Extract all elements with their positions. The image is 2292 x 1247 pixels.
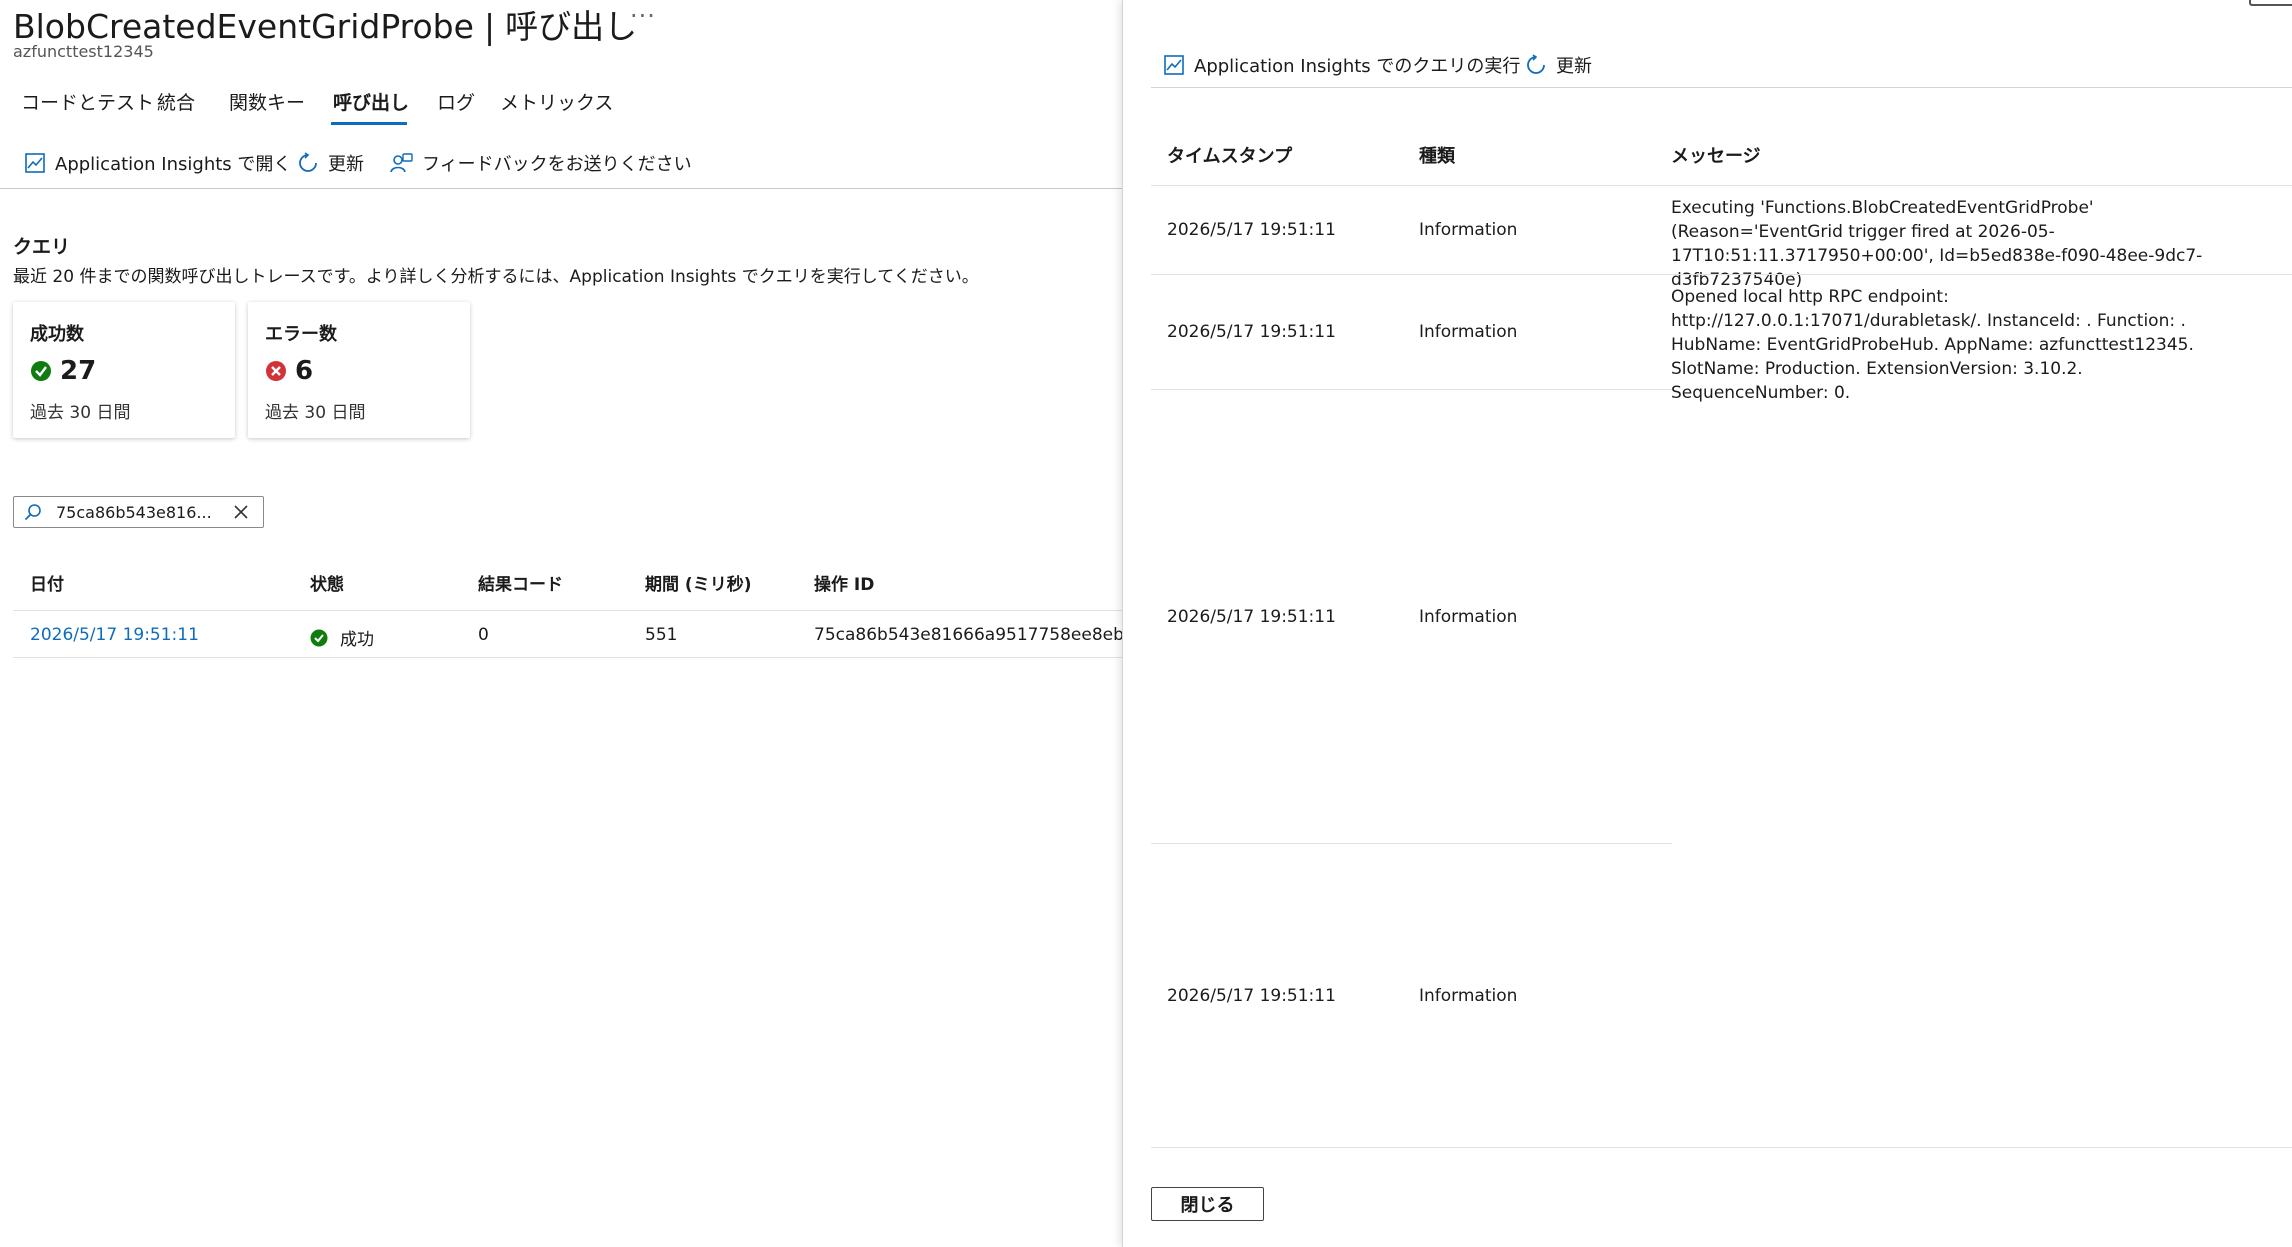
panel-refresh-button[interactable]: 更新 bbox=[1525, 52, 1592, 78]
error-count: 6 bbox=[295, 356, 314, 386]
feedback-label: フィードバックをお送りください bbox=[422, 154, 692, 175]
tab-logs[interactable]: ログ bbox=[437, 88, 475, 115]
log-message: Opened local http RPC endpoint: http://1… bbox=[1671, 287, 2194, 403]
success-count: 27 bbox=[60, 356, 97, 386]
log-type: Information bbox=[1419, 322, 1518, 342]
invocation-status: 成功 bbox=[310, 625, 374, 650]
page-name: 呼び出し bbox=[505, 7, 638, 46]
error-card-period: 過去 30 日間 bbox=[265, 403, 366, 423]
tab-integration[interactable]: 統合 bbox=[157, 88, 195, 115]
invocation-result-code: 0 bbox=[478, 625, 489, 645]
panel-toolbar-divider bbox=[1151, 87, 2292, 88]
feedback-button[interactable]: フィードバックをお送りください bbox=[389, 150, 692, 176]
run-query-button[interactable]: Application Insights でのクエリの実行 bbox=[1163, 52, 1520, 78]
success-card-period: 過去 30 日間 bbox=[30, 403, 131, 423]
feedback-icon bbox=[389, 152, 413, 174]
open-in-app-insights-label: Application Insights で開く bbox=[55, 154, 292, 175]
success-card-title: 成功数 bbox=[30, 324, 84, 345]
page-subtitle: azfuncttest12345 bbox=[13, 42, 154, 61]
invocation-status-label: 成功 bbox=[340, 630, 374, 650]
clear-search-icon[interactable] bbox=[232, 503, 250, 521]
chart-icon bbox=[24, 152, 46, 174]
panel-close-corner bbox=[2249, 0, 2292, 6]
panel-refresh-label: 更新 bbox=[1556, 56, 1592, 77]
log-type: Information bbox=[1419, 607, 1518, 627]
search-box bbox=[13, 496, 264, 528]
log-row-divider bbox=[1151, 274, 2292, 275]
success-card-value: 27 bbox=[30, 356, 96, 386]
log-type: Information bbox=[1419, 986, 1518, 1006]
grid-row-divider bbox=[13, 657, 1122, 658]
invocation-duration: 551 bbox=[645, 625, 678, 645]
tab-code-test[interactable]: コードとテスト bbox=[21, 88, 154, 115]
error-x-icon bbox=[265, 360, 287, 382]
success-check-icon bbox=[30, 360, 52, 382]
close-button[interactable]: 閉じる bbox=[1151, 1187, 1264, 1221]
column-header-operation-id[interactable]: 操作 ID bbox=[814, 570, 874, 595]
active-tab-indicator bbox=[331, 122, 407, 125]
run-query-label: Application Insights でのクエリの実行 bbox=[1194, 56, 1521, 77]
invocation-operation-id: 75ca86b543e81666a9517758ee8ebc60 bbox=[814, 625, 1122, 645]
column-header-timestamp[interactable]: タイムスタンプ bbox=[1167, 142, 1292, 168]
column-header-type[interactable]: 種類 bbox=[1419, 142, 1455, 168]
toolbar-divider bbox=[0, 188, 1122, 189]
column-header-duration[interactable]: 期間 (ミリ秒) bbox=[645, 570, 751, 595]
log-timestamp: 2026/5/17 19:51:11 bbox=[1167, 322, 1336, 342]
log-row-divider bbox=[1151, 1147, 2292, 1148]
error-count-card: エラー数 6 過去 30 日間 bbox=[248, 302, 470, 438]
search-input[interactable] bbox=[54, 501, 228, 523]
log-row-divider bbox=[1151, 389, 1672, 390]
title-separator: | bbox=[483, 7, 496, 46]
log-message: Executing 'Functions.BlobCreatedEventGri… bbox=[1671, 198, 2203, 290]
function-name: BlobCreatedEventGridProbe bbox=[13, 7, 474, 46]
refresh-label: 更新 bbox=[328, 154, 364, 175]
log-row-divider bbox=[1151, 843, 1672, 844]
panel-grid-header-divider bbox=[1151, 185, 2292, 186]
tab-metrics[interactable]: メトリックス bbox=[500, 88, 613, 115]
refresh-icon bbox=[1525, 54, 1547, 76]
refresh-icon bbox=[297, 152, 319, 174]
query-section-description: 最近 20 件までの関数呼び出しトレースです。より詳しく分析するには、Appli… bbox=[13, 267, 979, 287]
log-timestamp: 2026/5/17 19:51:11 bbox=[1167, 986, 1336, 1006]
column-header-date[interactable]: 日付 bbox=[30, 570, 64, 595]
invocation-date-link[interactable]: 2026/5/17 19:51:11 bbox=[30, 625, 199, 645]
success-status-icon bbox=[310, 629, 328, 647]
search-icon bbox=[24, 503, 42, 521]
log-timestamp: 2026/5/17 19:51:11 bbox=[1167, 220, 1336, 240]
log-type: Information bbox=[1419, 220, 1518, 240]
chart-icon bbox=[1163, 54, 1185, 76]
tab-invocations[interactable]: 呼び出し bbox=[333, 88, 409, 115]
invocation-details-panel: Application Insights でのクエリの実行 更新 タイムスタンプ… bbox=[1122, 0, 2292, 1247]
log-timestamp: 2026/5/17 19:51:11 bbox=[1167, 607, 1336, 627]
page-title: BlobCreatedEventGridProbe | 呼び出し bbox=[13, 0, 637, 48]
grid-header-divider bbox=[13, 610, 1122, 611]
column-header-result-code[interactable]: 結果コード bbox=[478, 570, 563, 595]
tab-function-keys[interactable]: 関数キー bbox=[229, 88, 305, 115]
open-in-app-insights-button[interactable]: Application Insights で開く bbox=[24, 150, 291, 176]
query-section-title: クエリ bbox=[13, 236, 71, 258]
error-card-value: 6 bbox=[265, 356, 313, 386]
success-count-card: 成功数 27 過去 30 日間 bbox=[13, 302, 235, 438]
column-header-message[interactable]: メッセージ bbox=[1671, 142, 1761, 168]
error-card-title: エラー数 bbox=[265, 324, 337, 345]
column-header-status[interactable]: 状態 bbox=[310, 570, 344, 595]
refresh-button[interactable]: 更新 bbox=[297, 150, 364, 176]
more-actions-icon[interactable]: ··· bbox=[630, 2, 656, 30]
